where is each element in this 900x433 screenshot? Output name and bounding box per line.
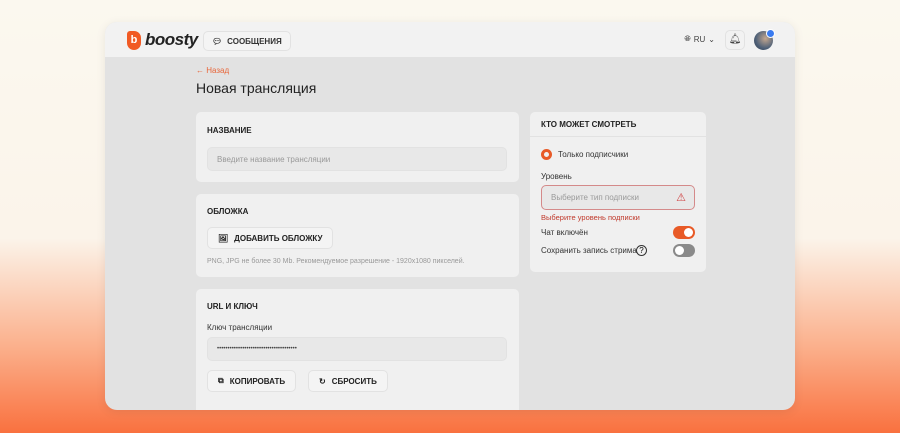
logo-icon: b xyxy=(127,30,141,50)
refresh-icon: ↻ xyxy=(319,376,326,386)
reset-button[interactable]: ↻ СБРОСИТЬ xyxy=(308,370,388,392)
chevron-down-icon: ⌄ xyxy=(708,34,715,44)
top-bar: b boosty 💬︎ СООБЩЕНИЯ 🌐︎ RU ⌄ 🔔︎ xyxy=(105,22,795,57)
notifications-button[interactable]: 🔔︎ xyxy=(725,30,745,50)
chat-toggle[interactable] xyxy=(673,226,695,239)
language-label: RU xyxy=(693,34,706,44)
save-stream-label: Сохранить запись стрима xyxy=(541,246,637,255)
cover-card-title: ОБЛОЖКА xyxy=(207,207,249,216)
copy-icon: ⧉ xyxy=(218,376,224,385)
level-placeholder: Выберите тип подписки xyxy=(551,193,639,202)
access-card-title: КТО МОЖЕТ СМОТРЕТЬ xyxy=(541,120,637,129)
save-stream-toggle[interactable] xyxy=(673,244,695,257)
level-select[interactable]: Выберите тип подписки ⚠ xyxy=(541,185,695,210)
image-icon: 🖼︎ xyxy=(218,233,229,243)
stream-key-label: Ключ трансляции xyxy=(207,323,273,332)
level-error: Выберите уровень подписки xyxy=(541,213,640,222)
page-title: Новая трансляция xyxy=(196,80,317,96)
warning-icon: ⚠ xyxy=(676,192,686,204)
subscribers-only-label: Только подписчики xyxy=(558,150,629,159)
arrow-left-icon: ← xyxy=(196,66,207,75)
name-card: НАЗВАНИЕ Введите название трансляции xyxy=(196,112,519,182)
url-card-title: URL И КЛЮЧ xyxy=(207,302,258,311)
stream-key-field[interactable]: •••••••••••••••••••••••••••••••••••••• xyxy=(207,337,507,361)
messages-button[interactable]: 💬︎ СООБЩЕНИЯ xyxy=(203,31,291,51)
stream-name-input[interactable]: Введите название трансляции xyxy=(207,147,507,171)
access-card: КТО МОЖЕТ СМОТРЕТЬ Только подписчики Уро… xyxy=(530,112,706,272)
globe-icon: 🌐︎ xyxy=(684,34,691,43)
stream-name-placeholder: Введите название трансляции xyxy=(217,154,331,164)
subscribers-only-radio[interactable] xyxy=(541,149,552,160)
boosty-logo[interactable]: b boosty xyxy=(127,30,198,50)
back-link[interactable]: ← Назад xyxy=(196,66,229,75)
add-cover-label: ДОБАВИТЬ ОБЛОЖКУ xyxy=(234,233,323,243)
chat-icon: 💬︎ xyxy=(212,36,223,46)
copy-label: КОПИРОВАТЬ xyxy=(229,376,286,386)
messages-label: СООБЩЕНИЯ xyxy=(227,36,282,46)
add-cover-button[interactable]: 🖼︎ ДОБАВИТЬ ОБЛОЖКУ xyxy=(207,227,334,249)
back-label: Назад xyxy=(206,66,230,75)
app-window: b boosty 💬︎ СООБЩЕНИЯ 🌐︎ RU ⌄ 🔔︎ ← Назад Нов… xyxy=(105,22,795,410)
reset-label: СБРОСИТЬ xyxy=(331,376,377,386)
divider xyxy=(530,136,706,137)
cover-hint: PNG, JPG не более 30 Mb. Рекомендуемое р… xyxy=(207,258,465,265)
level-label: Уровень xyxy=(541,172,572,181)
copy-button[interactable]: ⧉ КОПИРОВАТЬ xyxy=(207,370,297,392)
help-icon[interactable]: ? xyxy=(636,245,647,256)
chat-label: Чат включён xyxy=(541,228,588,237)
stream-key-value: •••••••••••••••••••••••••••••••••••••• xyxy=(217,346,297,352)
bell-icon: 🔔︎ xyxy=(728,34,742,45)
name-card-title: НАЗВАНИЕ xyxy=(207,126,252,135)
cover-card: ОБЛОЖКА 🖼︎ ДОБАВИТЬ ОБЛОЖКУ PNG, JPG не б… xyxy=(196,194,519,277)
language-selector[interactable]: 🌐︎ RU ⌄ xyxy=(684,34,715,44)
avatar[interactable] xyxy=(754,29,775,50)
url-key-card: URL И КЛЮЧ Ключ трансляции •••••••••••••… xyxy=(196,289,519,410)
logo-text: boosty xyxy=(145,30,198,49)
